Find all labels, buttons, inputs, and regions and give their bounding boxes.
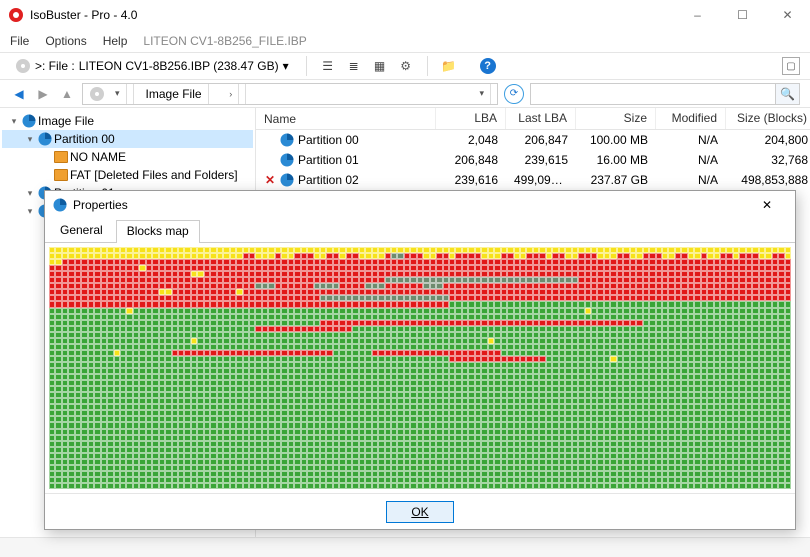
status-bar	[0, 537, 810, 557]
tree-twisty[interactable]: ▾	[24, 206, 36, 217]
nav-forward-button[interactable]: ▶	[34, 85, 52, 103]
settings-icon[interactable]: ⚙	[397, 57, 415, 75]
tree-item-label: Image File	[38, 114, 94, 128]
menu-options[interactable]: Options	[45, 34, 86, 48]
help-icon[interactable]: ?	[480, 58, 496, 74]
row-blocks: 498,853,888	[726, 173, 810, 187]
app-icon	[8, 7, 24, 23]
search-input[interactable]	[531, 84, 775, 104]
dialog-tabs: General Blocks map	[45, 219, 795, 243]
tree-item[interactable]: ▾ Image File	[2, 112, 253, 130]
toolbar: >: File : LITEON CV1-8B256.IBP (238.47 G…	[0, 52, 810, 80]
menu-file[interactable]: File	[10, 34, 29, 48]
divider	[306, 56, 307, 76]
col-size[interactable]: Size	[576, 108, 656, 129]
maximize-button[interactable]: ☐	[720, 0, 765, 30]
open-folder-icon[interactable]: 📁	[440, 57, 458, 75]
error-icon: ✕	[264, 173, 276, 187]
folder-icon	[54, 151, 68, 163]
nav-row: ◀ ▶ ▲ ▾ Image File › ▾ ⟳ 🔍	[0, 80, 810, 108]
tree-item[interactable]: NO NAME	[2, 148, 253, 166]
search-box: 🔍	[530, 83, 800, 105]
row-name: Partition 01	[298, 153, 359, 167]
row-name: Partition 02	[298, 173, 359, 187]
menu-filename: LITEON CV1-8B256_FILE.IBP	[143, 34, 306, 48]
tree-twisty[interactable]: ▾	[24, 188, 36, 199]
pie-icon	[53, 198, 67, 212]
drive-path: LITEON CV1-8B256.IBP (238.47 GB)	[79, 59, 279, 73]
row-size: 237.87 GB	[576, 173, 656, 187]
view-details-icon[interactable]: ≣	[345, 57, 363, 75]
block-cell	[785, 483, 791, 489]
col-name[interactable]: Name	[256, 108, 436, 129]
list-row[interactable]: Partition 00 2,048206,847100.00 MBN/A204,…	[256, 130, 810, 150]
folder-icon	[54, 169, 68, 181]
drive-selector[interactable]: >: File : LITEON CV1-8B256.IBP (238.47 G…	[10, 56, 294, 76]
row-size: 100.00 MB	[576, 133, 656, 147]
row-modified: N/A	[656, 153, 726, 167]
close-button[interactable]: ✕	[765, 0, 810, 30]
tree-item-label: NO NAME	[70, 150, 126, 164]
list-header: Name LBA Last LBA Size Modified Size (Bl…	[256, 108, 810, 130]
window-titlebar: IsoBuster - Pro - 4.0 – ☐ ✕	[0, 0, 810, 30]
row-lba: 206,848	[436, 153, 506, 167]
chevron-right-icon: ▾	[109, 84, 127, 104]
expand-panel-button[interactable]: ▢	[782, 57, 800, 75]
row-modified: N/A	[656, 133, 726, 147]
row-name: Partition 00	[298, 133, 359, 147]
row-blocks: 32,768	[726, 153, 810, 167]
dialog-title: Properties	[73, 198, 128, 212]
tree-item-label: FAT [Deleted Files and Folders]	[70, 168, 238, 182]
row-blocks: 204,800	[726, 133, 810, 147]
row-lastlba: 206,847	[506, 133, 576, 147]
dialog-close-button[interactable]: ✕	[747, 192, 787, 218]
dialog-titlebar: Properties ✕	[45, 191, 795, 219]
tree-item[interactable]: FAT [Deleted Files and Folders]	[2, 166, 253, 184]
tab-blocks-map[interactable]: Blocks map	[116, 220, 200, 243]
row-lastlba: 499,093,...	[506, 173, 576, 187]
tab-general[interactable]: General	[49, 219, 114, 242]
menu-help[interactable]: Help	[103, 34, 128, 48]
tree-twisty[interactable]: ▾	[8, 116, 20, 127]
chevron-down-icon: ▾	[283, 59, 289, 73]
col-modified[interactable]: Modified	[656, 108, 726, 129]
col-lba[interactable]: LBA	[436, 108, 506, 129]
blocks-map-panel	[45, 243, 795, 493]
nav-back-button[interactable]: ◀	[10, 85, 28, 103]
window-title: IsoBuster - Pro - 4.0	[30, 8, 137, 22]
row-lastlba: 239,615	[506, 153, 576, 167]
col-blocks[interactable]: Size (Blocks)	[726, 108, 810, 129]
divider	[427, 56, 428, 76]
search-button[interactable]: 🔍	[775, 84, 799, 104]
ok-button[interactable]: OK	[386, 501, 453, 523]
blocks-map-grid	[49, 247, 791, 489]
tree-item[interactable]: ▾ Partition 00	[2, 130, 253, 148]
row-lba: 2,048	[436, 133, 506, 147]
row-size: 16.00 MB	[576, 153, 656, 167]
menu-bar: File Options Help LITEON CV1-8B256_FILE.…	[0, 30, 810, 52]
nav-up-button[interactable]: ▲	[58, 85, 76, 103]
disc-icon	[15, 58, 31, 74]
tree-item-label: Partition 00	[54, 132, 115, 146]
breadcrumb[interactable]: ▾ Image File › ▾	[82, 83, 498, 105]
refresh-button[interactable]: ⟳	[504, 84, 524, 104]
col-lastlba[interactable]: Last LBA	[506, 108, 576, 129]
view-grid-icon[interactable]: ▦	[371, 57, 389, 75]
row-lba: 239,616	[436, 173, 506, 187]
tree-twisty[interactable]: ▾	[24, 134, 36, 145]
chevron-down-icon[interactable]: ▾	[473, 84, 491, 104]
disc-icon	[89, 86, 105, 102]
chevron-right-icon: ›	[223, 84, 239, 104]
row-modified: N/A	[656, 173, 726, 187]
list-row[interactable]: ✕ Partition 02 239,616499,093,...237.87 GB…	[256, 170, 810, 190]
view-list-icon[interactable]: ☰	[319, 57, 337, 75]
minimize-button[interactable]: –	[675, 0, 720, 30]
list-row[interactable]: Partition 01 206,848239,61516.00 MBN/A32,…	[256, 150, 810, 170]
properties-dialog: Properties ✕ General Blocks map OK	[44, 190, 796, 530]
breadcrumb-root[interactable]: Image File ›	[134, 84, 247, 104]
drive-label: >: File :	[35, 59, 75, 73]
